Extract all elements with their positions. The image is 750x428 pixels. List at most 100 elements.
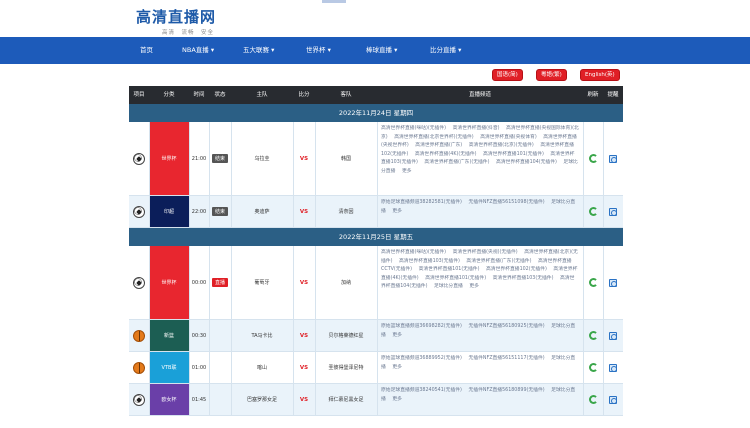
channel-link[interactable]: 更多 [392, 397, 402, 402]
nav-five-leagues[interactable]: 五大联赛 ▾ [243, 37, 274, 64]
channel-link[interactable]: 高清世界杯直播103(无插件) [493, 276, 554, 281]
column-divider [603, 246, 604, 319]
channel-link[interactable]: 无插件NFZ直播56151117(无插件) [468, 356, 544, 361]
column-divider [231, 320, 232, 351]
refresh-cell [583, 122, 603, 195]
table-row[interactable]: 欧女杯 01:45 巴塞罗那女足 VS 拜仁慕尼黑女足 原始足球直播频道38240541(… [129, 384, 623, 416]
nav-home[interactable]: 首页 [140, 37, 153, 64]
home-team[interactable]: TA马卡比 [231, 320, 293, 351]
channel-link[interactable]: 高清世界杯直播(央视)(无插件) [453, 250, 518, 255]
nav-world-cup[interactable]: 世界杯 ▾ [306, 37, 331, 64]
channel-link[interactable]: 高清世界杯直播(咪咕)(无插件) [381, 126, 446, 131]
reminder-icon[interactable] [609, 395, 617, 404]
refresh-icon[interactable] [588, 331, 598, 340]
nav-baseball[interactable]: 棒球直播 ▾ [366, 37, 397, 64]
channel-link[interactable]: 更多 [392, 365, 402, 370]
remind-cell [603, 352, 623, 383]
channel-link[interactable]: 足球比分直播 [434, 284, 463, 289]
channel-link[interactable]: 高清世界杯直播(4K)(无插件) [415, 152, 477, 157]
column-divider [315, 122, 316, 195]
table-row[interactable]: 新篮 00:30 TA马卡比 VS 贝尔格莱德红星 原始篮球直播频道36698282(无插… [129, 320, 623, 352]
sport-cell [129, 246, 149, 319]
channel-link[interactable]: 高清世界杯直播104(无插件) [496, 160, 557, 165]
home-team[interactable]: 葡萄牙 [231, 246, 293, 319]
lang-english-button[interactable]: English(英) [580, 69, 620, 81]
league-badge[interactable]: 世界杯 [149, 246, 189, 319]
home-team[interactable]: 奥迪萨 [231, 196, 293, 227]
channel-link[interactable]: 高清世界杯直播(北京世界杯)(无插件) [394, 135, 473, 140]
league-badge[interactable]: 世界杯 [149, 122, 189, 195]
status-cell [209, 320, 231, 351]
column-divider [377, 352, 378, 383]
reminder-icon[interactable] [609, 207, 617, 216]
channel-link[interactable]: 更多 [392, 333, 402, 338]
channel-link[interactable]: 高清世界杯直播103(无插件) [399, 259, 460, 264]
league-badge[interactable]: VTB联 [149, 352, 189, 383]
channel-link[interactable]: 高清世界杯直播(广东)(无插件) [466, 259, 531, 264]
home-team[interactable]: 乌拉圭 [231, 122, 293, 195]
refresh-icon[interactable] [588, 154, 598, 163]
lang-simplified-button[interactable]: 国语(简) [492, 69, 523, 81]
home-team[interactable]: 喀山 [231, 352, 293, 383]
channel-link[interactable]: 原始篮球直播频道36889952(无插件) [381, 356, 462, 361]
channel-link[interactable]: 无插件NFZ直播56180899(无插件) [468, 388, 544, 393]
channel-link[interactable]: 原始篮球直播频道36698282(无插件) [381, 324, 462, 329]
refresh-icon[interactable] [588, 278, 598, 287]
home-team[interactable]: 巴塞罗那女足 [231, 384, 293, 415]
refresh-icon[interactable] [588, 395, 598, 404]
remind-cell [603, 384, 623, 415]
remind-cell [603, 320, 623, 351]
lang-traditional-button[interactable]: 粵語(繁) [536, 69, 567, 81]
reminder-icon[interactable] [609, 278, 617, 287]
channel-link[interactable]: 无插件NFZ直播56151098(无插件) [468, 200, 544, 205]
status-badge: 结束 [211, 154, 228, 163]
channel-link[interactable]: 高清世界杯直播(央视体育) [480, 135, 537, 140]
channel-link[interactable]: 无插件NFZ直播56180925(无插件) [468, 324, 544, 329]
channel-link[interactable]: 高清世界杯直播(咪咕)(无插件) [381, 250, 446, 255]
reminder-icon[interactable] [609, 154, 617, 163]
refresh-icon[interactable] [588, 207, 598, 216]
away-team[interactable]: 圣彼得堡泽尼特 [315, 352, 377, 383]
column-divider [583, 352, 584, 383]
table-row[interactable]: VTB联 01:00 喀山 VS 圣彼得堡泽尼特 原始篮球直播频道36889952(无插件… [129, 352, 623, 384]
league-badge[interactable]: 印超 [149, 196, 189, 227]
away-team[interactable]: 清奈因 [315, 196, 377, 227]
away-team[interactable]: 拜仁慕尼黑女足 [315, 384, 377, 415]
nav-nba[interactable]: NBA直播 ▾ [182, 37, 214, 64]
column-divider [209, 196, 210, 227]
table-row[interactable]: 世界杯 21:00 结束 乌拉圭 VS 韩国 高清世界杯直播(咪咕)(无插件) 高清世界杯直… [129, 122, 623, 196]
refresh-cell [583, 384, 603, 415]
away-team[interactable]: 加纳 [315, 246, 377, 319]
channel-link[interactable]: 高清世界杯直播102(无插件) [486, 267, 547, 272]
channel-link[interactable]: 原始足球直播频道38282581(无插件) [381, 200, 462, 205]
channel-link[interactable]: 更多 [402, 169, 412, 174]
league-badge[interactable]: 新篮 [149, 320, 189, 351]
channel-link[interactable]: 高清世界杯直播(广东)(无插件) [424, 160, 489, 165]
channel-link[interactable]: 高清世界杯直播101(无插件) [425, 276, 486, 281]
reminder-icon[interactable] [609, 363, 617, 372]
channel-link[interactable]: 更多 [392, 209, 402, 214]
site-logo[interactable]: 高清直播网 高清 流畅 安全 [136, 6, 216, 36]
channel-link[interactable]: 原始足球直播频道38240541(无插件) [381, 388, 462, 393]
main-nav: 首页 NBA直播 ▾ 五大联赛 ▾ 世界杯 ▾ 棒球直播 ▾ 比分直播 ▾ [0, 37, 750, 64]
away-team[interactable]: 贝尔格莱德红星 [315, 320, 377, 351]
reminder-icon[interactable] [609, 331, 617, 340]
header-category: 分类 [163, 92, 175, 98]
channel-link[interactable]: 高清世界杯直播101(无插件) [483, 152, 544, 157]
league-badge[interactable]: 欧女杯 [149, 384, 189, 415]
nav-live-score[interactable]: 比分直播 ▾ [430, 37, 461, 64]
away-team[interactable]: 韩国 [315, 122, 377, 195]
column-divider [603, 122, 604, 195]
channel-link[interactable]: 高清世界杯直播101(无插件) [419, 267, 480, 272]
channel-link[interactable]: 更多 [469, 284, 479, 289]
table-row[interactable]: 世界杯 00:00 直播 葡萄牙 VS 加纳 高清世界杯直播(咪咕)(无插件) 高清世界杯直… [129, 246, 623, 320]
channel-link[interactable]: 高清世界杯直播(抖音) [453, 126, 500, 131]
channel-list: 高清世界杯直播(咪咕)(无插件) 高清世界杯直播(抖音) 高清世界杯直播(央视国… [377, 122, 583, 195]
channel-link[interactable]: 高清世界杯直播(广东) [415, 143, 462, 148]
table-row[interactable]: 印超 22:00 结束 奥迪萨 VS 清奈因 原始足球直播频道38282581(无插件) 无… [129, 196, 623, 228]
channel-link[interactable]: 高清世界杯直播(北京)(无插件) [469, 143, 534, 148]
refresh-icon[interactable] [588, 363, 598, 372]
column-divider [603, 352, 604, 383]
match-time: 21:00 [191, 155, 207, 162]
versus-label: VS [299, 396, 309, 403]
